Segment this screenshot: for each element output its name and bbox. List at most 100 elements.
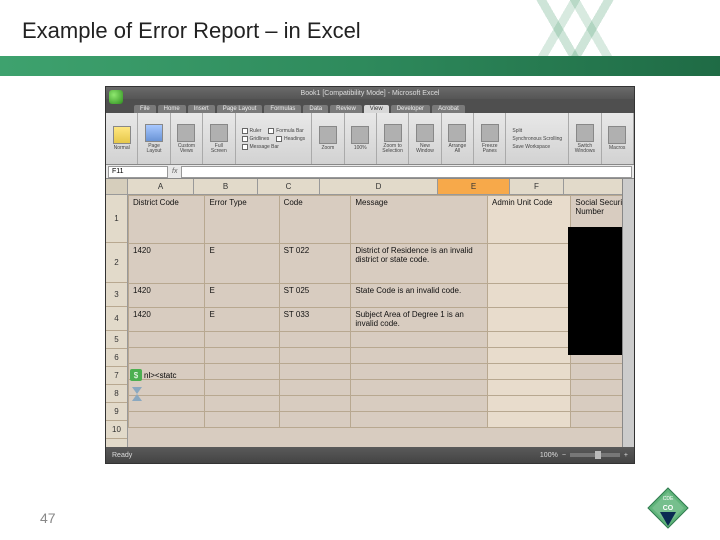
ribbon-new-window[interactable]: New Window	[409, 113, 441, 164]
cell[interactable]	[351, 364, 488, 380]
name-box[interactable]: F11	[108, 166, 168, 178]
cell[interactable]: 1420	[129, 308, 205, 332]
cell[interactable]	[351, 380, 488, 396]
cell[interactable]: 1420	[129, 244, 205, 284]
cell[interactable]: E	[205, 244, 279, 284]
col-header[interactable]: D	[320, 179, 438, 194]
ribbon-zoom-selection[interactable]: Zoom to Selection	[377, 113, 409, 164]
cell[interactable]	[205, 396, 279, 412]
cell[interactable]	[279, 396, 351, 412]
vertical-scrollbar[interactable]	[622, 179, 634, 447]
cell[interactable]	[279, 412, 351, 428]
ribbon-full-screen[interactable]: Full Screen	[203, 113, 235, 164]
row-header[interactable]: 9	[106, 403, 127, 421]
chk-ruler[interactable]	[242, 128, 248, 134]
tab-file[interactable]: File	[134, 105, 156, 113]
cell[interactable]: State Code is an invalid code.	[351, 284, 488, 308]
cell[interactable]	[351, 332, 488, 348]
cell[interactable]	[129, 348, 205, 364]
cell[interactable]: ST 022	[279, 244, 351, 284]
fx-icon[interactable]: fx	[172, 168, 177, 175]
cell[interactable]: Code	[279, 196, 351, 244]
cell[interactable]	[279, 332, 351, 348]
opt-save-workspace[interactable]: Save Workspace	[512, 144, 562, 150]
tab-review[interactable]: Review	[330, 105, 362, 113]
ribbon-page-layout[interactable]: Page Layout	[138, 113, 170, 164]
row-header[interactable]: 1	[106, 195, 127, 243]
row-header[interactable]: 3	[106, 283, 127, 307]
col-header[interactable]: C	[258, 179, 320, 194]
tab-view[interactable]: View	[364, 105, 389, 113]
row-header[interactable]: 6	[106, 349, 127, 367]
col-header[interactable]: B	[194, 179, 258, 194]
cell[interactable]	[488, 244, 571, 284]
cell[interactable]	[205, 332, 279, 348]
opt-sync-scroll[interactable]: Synchronous Scrolling	[512, 136, 562, 142]
col-header[interactable]: F	[510, 179, 564, 194]
ribbon-custom-views[interactable]: Custom Views	[171, 113, 203, 164]
row-header[interactable]: 4	[106, 307, 127, 331]
cell[interactable]	[351, 412, 488, 428]
cell[interactable]	[279, 380, 351, 396]
ribbon-arrange-all[interactable]: Arrange All	[442, 113, 474, 164]
cell[interactable]: E	[205, 308, 279, 332]
cell[interactable]	[129, 412, 205, 428]
row-header[interactable]: 10	[106, 421, 127, 439]
col-header[interactable]: A	[128, 179, 194, 194]
opt-split[interactable]: Split	[512, 128, 562, 134]
cell[interactable]: Error Type	[205, 196, 279, 244]
cell[interactable]	[351, 348, 488, 364]
grid[interactable]: District Code Error Type Code Message Ad…	[128, 195, 634, 428]
cell[interactable]	[129, 332, 205, 348]
cell[interactable]	[488, 396, 571, 412]
chk-formula-bar[interactable]	[268, 128, 274, 134]
tab-developer[interactable]: Developer	[391, 105, 430, 113]
cell[interactable]	[488, 284, 571, 308]
cell[interactable]: ST 025	[279, 284, 351, 308]
cell[interactable]	[488, 364, 571, 380]
tab-page-layout[interactable]: Page Layout	[217, 105, 263, 113]
tab-insert[interactable]: Insert	[188, 105, 215, 113]
cell[interactable]	[488, 332, 571, 348]
tab-data[interactable]: Data	[303, 105, 328, 113]
ribbon-100[interactable]: 100%	[345, 113, 377, 164]
cell[interactable]: Message	[351, 196, 488, 244]
cell[interactable]	[488, 412, 571, 428]
cell[interactable]: 1420	[129, 284, 205, 308]
cell[interactable]	[279, 348, 351, 364]
row-header[interactable]: 2	[106, 243, 127, 283]
col-header-active[interactable]: E	[438, 179, 510, 194]
cell[interactable]	[279, 364, 351, 380]
cell[interactable]: ST 033	[279, 308, 351, 332]
cell[interactable]: Subject Area of Degree 1 is an invalid c…	[351, 308, 488, 332]
cell[interactable]: District Code	[129, 196, 205, 244]
row-header[interactable]: 5	[106, 331, 127, 349]
cell[interactable]: District of Residence is an invalid dist…	[351, 244, 488, 284]
row-header[interactable]: 8	[106, 385, 127, 403]
worksheet[interactable]: 1 2 3 4 5 6 7 8 9 10 A B C D E F	[106, 179, 634, 447]
tab-formulas[interactable]: Formulas	[264, 105, 301, 113]
cell[interactable]: Admin Unit Code	[488, 196, 571, 244]
cell[interactable]	[488, 348, 571, 364]
select-all-corner[interactable]	[106, 179, 128, 195]
zoom-control[interactable]: 100% −+	[540, 452, 628, 459]
ribbon-zoom[interactable]: Zoom	[312, 113, 344, 164]
cell[interactable]	[205, 364, 279, 380]
chk-gridlines[interactable]	[242, 136, 248, 142]
tab-home[interactable]: Home	[158, 105, 186, 113]
cell[interactable]	[351, 396, 488, 412]
cell[interactable]	[205, 412, 279, 428]
formula-input[interactable]	[181, 166, 632, 178]
ribbon-freeze-panes[interactable]: Freeze Panes	[474, 113, 506, 164]
ribbon-switch-windows[interactable]: Switch Windows	[569, 113, 601, 164]
chk-message-bar[interactable]	[242, 144, 248, 150]
cell[interactable]	[488, 380, 571, 396]
ribbon-macros[interactable]: Macros	[602, 113, 634, 164]
cell[interactable]	[205, 348, 279, 364]
ribbon-normal[interactable]: Normal	[106, 113, 138, 164]
row-header[interactable]: 7	[106, 367, 127, 385]
cell[interactable]	[205, 380, 279, 396]
tab-acrobat[interactable]: Acrobat	[432, 105, 465, 113]
chk-headings[interactable]	[276, 136, 282, 142]
cell[interactable]: E	[205, 284, 279, 308]
